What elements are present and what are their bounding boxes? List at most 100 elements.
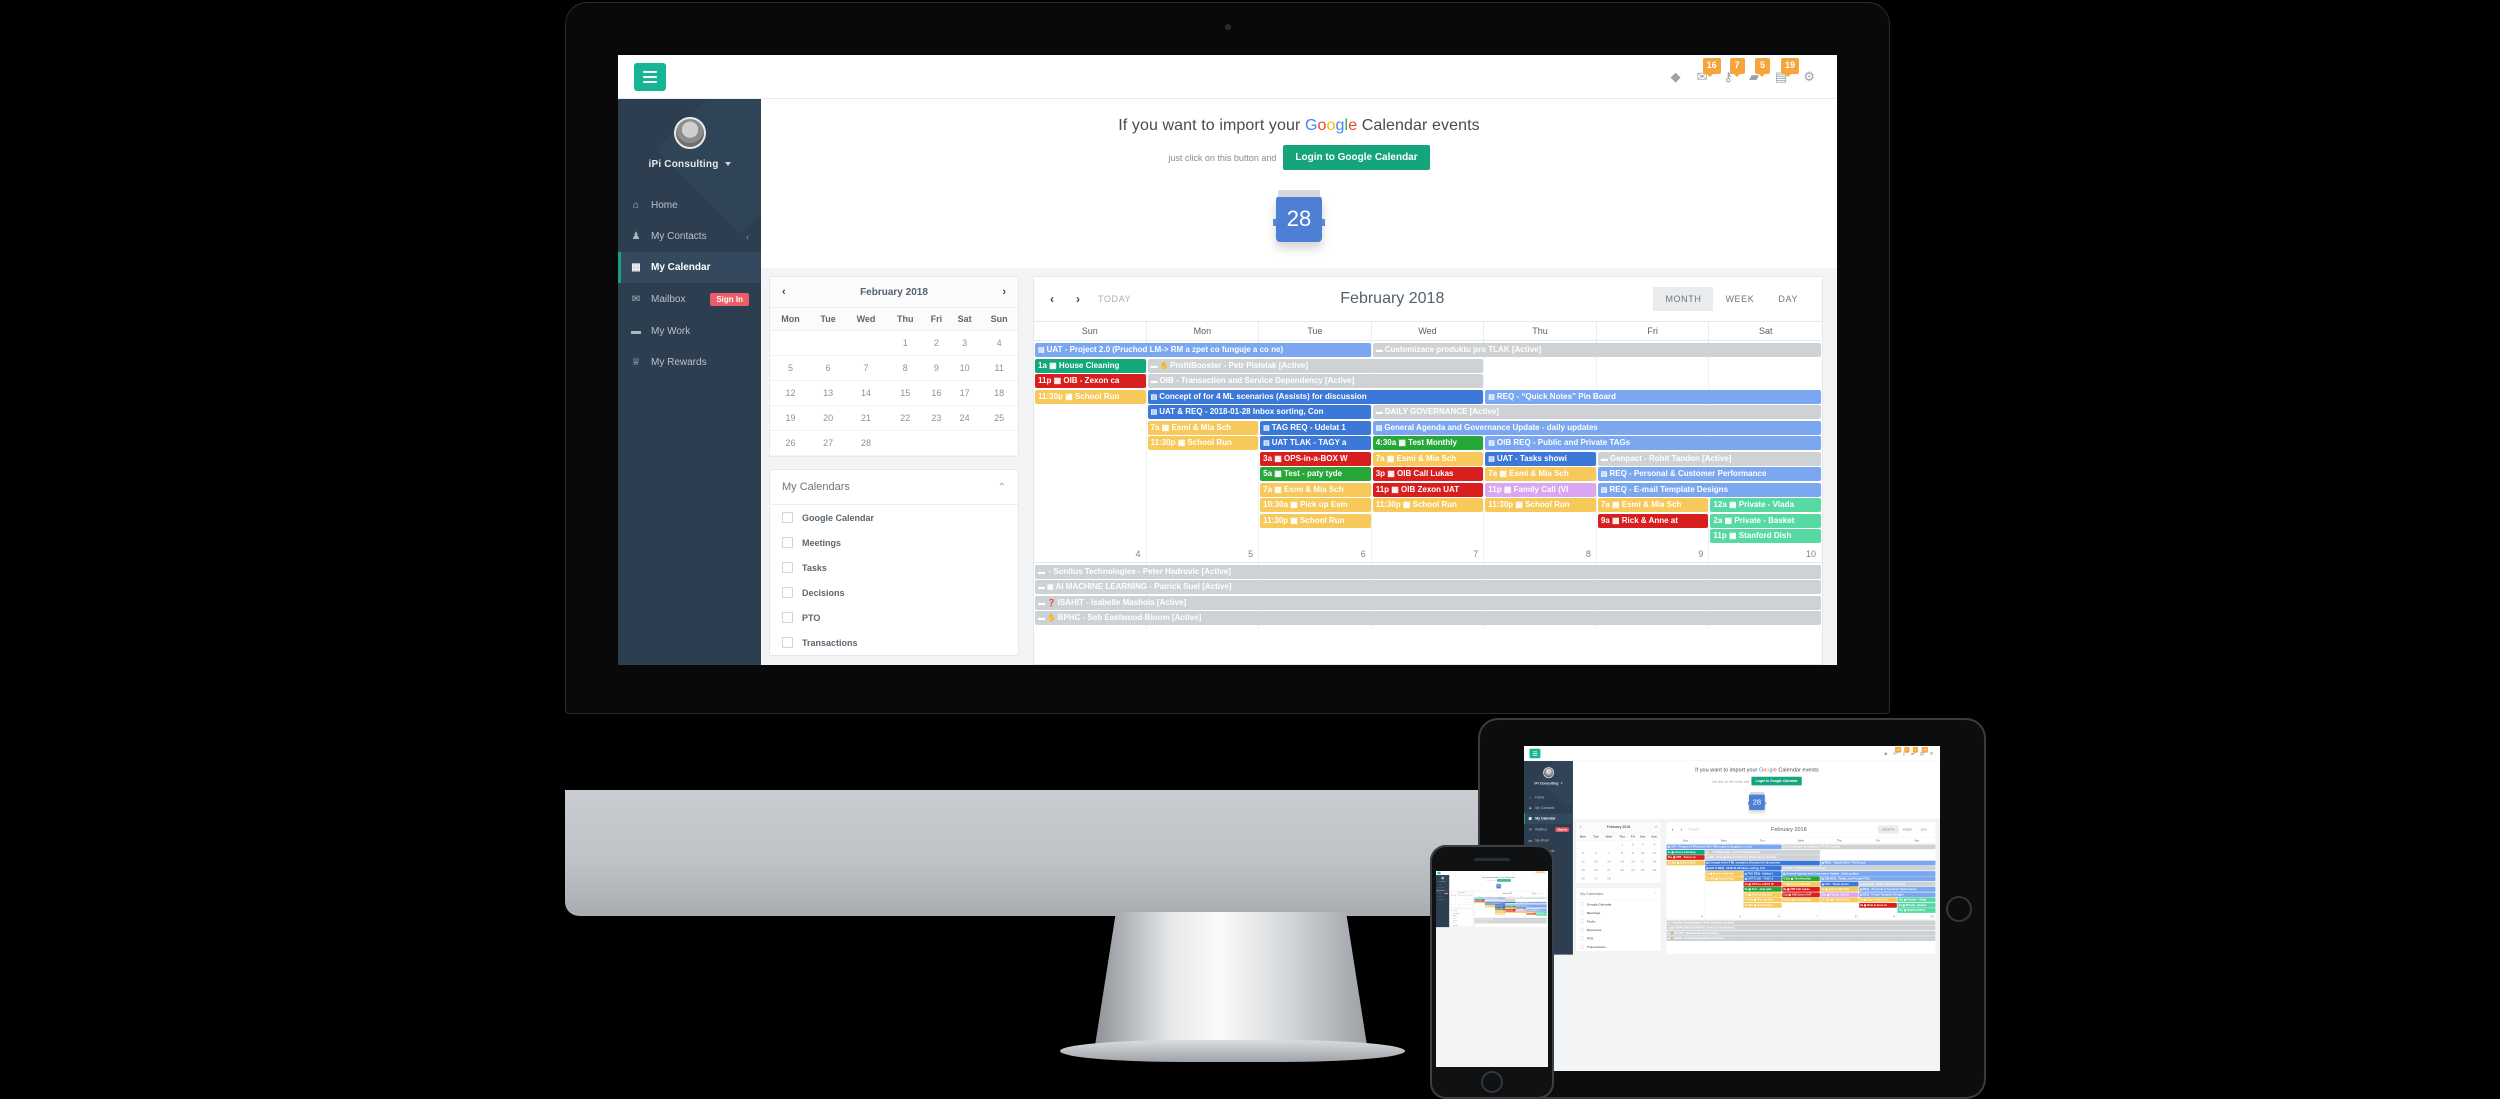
tablet-home-button[interactable] <box>1946 895 1972 922</box>
calendar-event[interactable]: ▤ UAT & REQ - 2018-01-28 Inbox sorting, C… <box>1147 405 1371 419</box>
calendar-event[interactable]: ▤ General Agenda and Governance Update - … <box>1372 420 1821 435</box>
calendar-event[interactable]: ▤ REQ - E-mail Template Designs <box>1597 482 1821 497</box>
mailbox-signin-badge[interactable]: Sign In <box>710 293 749 306</box>
sidebar-profile[interactable]: iPi Consulting <box>618 99 761 184</box>
calendar-event[interactable]: 7a ▦ Esmi & Mia Sch <box>1485 467 1596 481</box>
checkbox[interactable] <box>782 562 793 573</box>
calendar-event[interactable]: 2a ▦ Private - Basket <box>1710 513 1821 528</box>
calendar-event[interactable]: ▬ Customizace produktu pro TLAK [Active] <box>1372 343 1821 357</box>
calendar-event[interactable]: ▬ ✋ BPHC - Seb Eastwood-Bloom [Active] <box>1035 611 1821 625</box>
sidebar-item-my-work[interactable]: ▬ My Work <box>618 316 761 347</box>
mini-day-14[interactable]: 14 <box>845 380 887 406</box>
mini-next-month-button[interactable]: › <box>1002 286 1006 298</box>
mini-day-26[interactable]: 26 <box>770 430 812 456</box>
mini-day-24[interactable]: 24 <box>949 405 981 431</box>
mini-day-4[interactable]: 4 <box>980 330 1018 356</box>
calendar-filter-tasks[interactable]: Tasks <box>770 555 1018 580</box>
checkbox[interactable] <box>782 612 793 623</box>
calendar-prev-button[interactable]: ‹ <box>1046 292 1058 306</box>
calendar-view-day[interactable]: DAY <box>1766 287 1810 311</box>
calendar-event[interactable]: 7a ▦ Esmi & Mia Sch <box>1147 420 1259 435</box>
calendar-event[interactable]: 11p ▦ OIB - Zexon ca <box>1035 374 1146 388</box>
calendar-event[interactable]: ▬ ✋ ProfitBooster - Petr Pistelak [Active… <box>1147 358 1484 373</box>
card-icon[interactable]: ▤ 19 <box>1775 58 1800 83</box>
mini-day-22[interactable]: 22 <box>886 405 924 431</box>
calendar-event[interactable]: ▤ UAT - Project 2.0 (Pruchod LM-> RM a zp… <box>1035 343 1371 357</box>
calendar-event[interactable]: 11:30p ▦ School Run <box>1260 513 1371 528</box>
calendar-event[interactable]: 3a ▦ OPS-in-a-BOX W <box>1260 451 1371 466</box>
checkbox[interactable] <box>782 512 793 523</box>
mini-day-10[interactable]: 10 <box>949 355 981 381</box>
calendar-view-month[interactable]: MONTH <box>1653 287 1714 311</box>
calendar-event[interactable]: 11:30p ▦ School Run <box>1485 498 1596 512</box>
mini-day-25[interactable]: 25 <box>980 405 1018 431</box>
calendar-filter-meetings[interactable]: Meetings <box>770 530 1018 555</box>
calendar-event[interactable]: 5a ▦ Test - paty tyde <box>1260 467 1371 481</box>
calendar-event[interactable]: 11:30p ▦ School Run <box>1372 498 1484 512</box>
mini-day-7[interactable]: 7 <box>845 355 887 381</box>
mini-day-2[interactable]: 2 <box>923 330 950 356</box>
mini-day-17[interactable]: 17 <box>949 380 981 406</box>
phone-home-button[interactable] <box>1481 1071 1503 1093</box>
sidebar-item-my-rewards[interactable]: ♕ My Rewards <box>618 347 761 378</box>
calendar-event[interactable]: 11p ▦ Stanford Dish <box>1710 529 1821 543</box>
calendar-event[interactable]: 7a ▦ Esmi & Mia Sch <box>1597 498 1709 512</box>
mini-day-8[interactable]: 8 <box>886 355 924 381</box>
calendar-event[interactable]: ▬ ❓ ISAHIT - Isabelle Mashola [Active] <box>1035 595 1821 610</box>
calendar-event[interactable]: 7a ▦ Esmi & Mia Sch <box>1260 482 1371 497</box>
folder-icon[interactable]: ▰ 5 <box>1749 58 1771 83</box>
calendar-filter-decisions[interactable]: Decisions <box>770 580 1018 605</box>
calendar-event[interactable]: 1a ▦ House Cleaning <box>1035 358 1146 373</box>
mail-icon[interactable]: ✉ 16 <box>1697 58 1721 83</box>
mini-prev-month-button[interactable]: ‹ <box>782 286 786 298</box>
mini-day-21[interactable]: 21 <box>845 405 887 431</box>
checkbox[interactable] <box>782 637 793 648</box>
calendar-event[interactable]: 11:30p ▦ School Run <box>1035 389 1146 404</box>
calendar-filter-transactions[interactable]: Transactions <box>770 630 1018 655</box>
calendar-event[interactable]: ▤ OIB REQ - Public and Private TAGs <box>1485 436 1821 450</box>
mini-day-27[interactable]: 27 <box>811 430 846 456</box>
chevron-up-icon[interactable]: ⌃ <box>998 482 1006 493</box>
calendar-event[interactable]: ▤ REQ - Personal & Customer Performance <box>1597 467 1821 481</box>
hamburger-icon[interactable] <box>634 62 666 91</box>
calendar-event[interactable]: 4:30a ▦ Test Monthly <box>1372 436 1484 450</box>
mini-day-23[interactable]: 23 <box>923 405 950 431</box>
calendar-event[interactable]: 11p ▦ OIB Zexon UAT <box>1372 482 1484 497</box>
calendar-next-button[interactable]: › <box>1072 292 1084 306</box>
calendar-event[interactable]: ▬ OIB - Transaction and Service Dependenc… <box>1147 374 1484 388</box>
calendar-event[interactable]: ▤ REQ - “Quick Notes” Pin Board <box>1485 389 1821 404</box>
calendar-event[interactable]: 11p ▦ Family Call (Vl <box>1485 482 1596 497</box>
mini-day-18[interactable]: 18 <box>980 380 1018 406</box>
calendar-filter-google-calendar[interactable]: Google Calendar <box>770 505 1018 530</box>
sidebar-item-mailbox[interactable]: ✉ Mailbox Sign In <box>618 283 761 316</box>
mini-day-20[interactable]: 20 <box>811 405 846 431</box>
mini-day-16[interactable]: 16 <box>923 380 950 406</box>
calendar-event[interactable]: ▬ Genpact - Rohit Tandon [Active] <box>1597 451 1821 466</box>
sidebar-item-home[interactable]: ⌂ Home <box>618 190 761 221</box>
calendar-view-week[interactable]: WEEK <box>1713 287 1766 311</box>
sidebar-item-my-calendar[interactable]: ▦ My Calendar <box>618 252 761 283</box>
calendar-event[interactable]: 12a ▦ Private - Vlada <box>1710 498 1821 512</box>
mini-day-1[interactable]: 1 <box>886 330 924 356</box>
mini-day-9[interactable]: 9 <box>923 355 950 381</box>
calendar-event[interactable]: 7a ▦ Esmi & Mia Sch <box>1372 451 1484 466</box>
checkbox[interactable] <box>782 537 793 548</box>
mini-day-5[interactable]: 5 <box>770 355 812 381</box>
calendar-event[interactable]: ▬ ▣ AI MACHINE LEARNING - Patrick Suel [A… <box>1035 580 1821 594</box>
mini-day-28[interactable]: 28 <box>845 430 887 456</box>
calendar-filter-pto[interactable]: PTO <box>770 605 1018 630</box>
mini-day-19[interactable]: 19 <box>770 405 812 431</box>
mini-day-6[interactable]: 6 <box>811 355 846 381</box>
mini-day-15[interactable]: 15 <box>886 380 924 406</box>
calendar-today-button[interactable]: TODAY <box>1098 294 1131 304</box>
calendar-event[interactable]: ▬ DAILY GOVERNANCE [Active] <box>1372 405 1821 419</box>
calendar-event[interactable]: ▤ UAT - Tasks showi <box>1485 451 1596 466</box>
key-icon[interactable]: ⚷ 7 <box>1724 58 1745 83</box>
checkbox[interactable] <box>782 587 793 598</box>
calendar-event[interactable]: ▤ TAG REQ - Udelat 1 <box>1260 420 1371 435</box>
sidebar-item-my-contacts[interactable]: ♟ My Contacts ‹ <box>618 221 761 252</box>
mini-day-11[interactable]: 11 <box>980 355 1018 381</box>
calendar-event[interactable]: 11:30p ▦ School Run <box>1147 436 1259 450</box>
calendar-event[interactable]: ▤ Concept of for 4 ML scenarios (Assists)… <box>1147 389 1484 404</box>
mini-day-13[interactable]: 13 <box>811 380 846 406</box>
